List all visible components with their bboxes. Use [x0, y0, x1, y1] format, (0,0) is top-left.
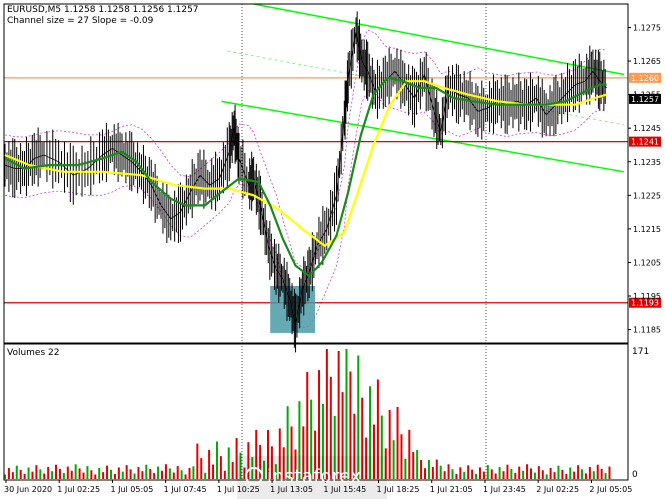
price-tick-label: 1.1215 — [633, 225, 661, 234]
watermark: instaforex — [237, 456, 387, 499]
chart-window: 1.1260 1.1241 1.1193 1.1257 1.1275 1.1265 1.1… — [0, 0, 665, 499]
time-tick-label: 1 Jul 23:45 — [483, 485, 526, 494]
level-label: 1.1241 — [631, 138, 659, 147]
price-tick-label: 1.1275 — [633, 23, 661, 32]
time-tick-label: 1 Jul 21:05 — [430, 485, 473, 494]
price-chart: 1.12601.12411.11931.1257 1.12751.12651.1… — [0, 0, 665, 499]
price-tick-label: 1.1225 — [633, 191, 661, 200]
level-label: 1.1260 — [631, 74, 659, 83]
time-tick-label: 1 Jul 02:25 — [57, 485, 100, 494]
price-tick-label: 1.1205 — [633, 258, 661, 267]
price-tick-label: 1.1195 — [633, 292, 661, 301]
price-tick-label: 1.1255 — [633, 91, 661, 100]
volume-axis-zero: 0 — [632, 470, 638, 480]
price-tick-label: 1.1265 — [633, 57, 661, 66]
instaforex-logo-icon — [245, 467, 263, 485]
time-tick-label: 2 Jul 02:25 — [536, 485, 579, 494]
time-tick-label: 30 Jun 2020 — [4, 485, 52, 494]
symbol-info: EURUSD,M5 1.1258 1.1258 1.1256 1.1257 — [7, 5, 199, 15]
time-tick-label: 1 Jul 07:45 — [164, 485, 207, 494]
price-tick-label: 1.1245 — [633, 124, 661, 133]
volume-panel-label: Volumes 22 — [7, 348, 60, 358]
time-tick-label: 1 Jul 05:05 — [110, 485, 153, 494]
channel-info: Channel size = 27 Slope = -0.09 — [7, 16, 154, 26]
price-tick-label: 1.1235 — [633, 158, 661, 167]
price-tick-label: 1.1185 — [633, 326, 661, 335]
time-tick-label: 2 Jul 05:05 — [589, 485, 632, 494]
watermark-text: instaforex — [267, 466, 362, 487]
volume-axis-max: 171 — [632, 347, 650, 357]
